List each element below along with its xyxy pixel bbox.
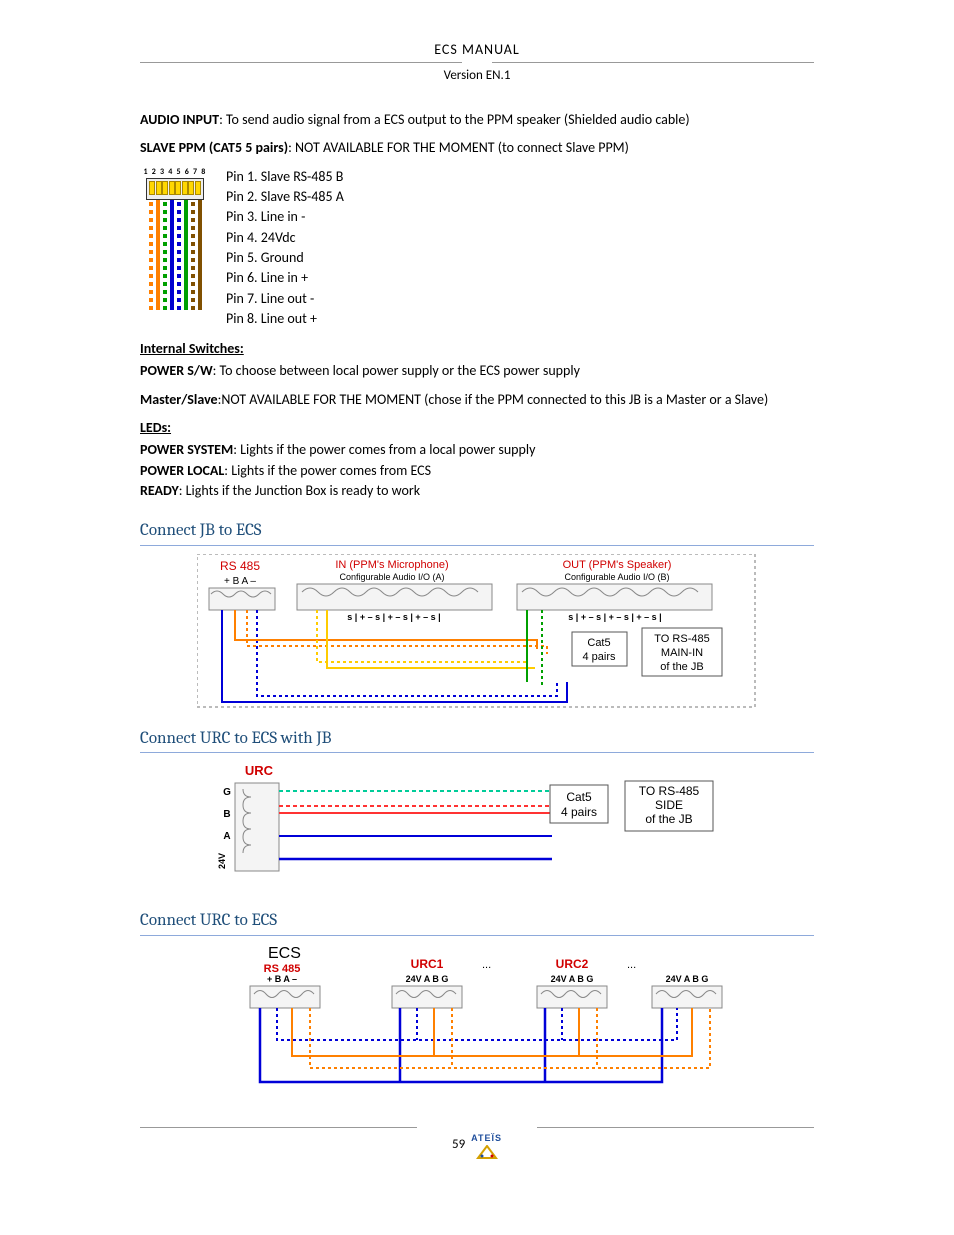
audio-input-text: : To send audio signal from a ECS output… — [219, 111, 690, 128]
pin-6: Pin 6. Line in + — [226, 268, 344, 288]
heading-connect-jb-to-ecs: Connect JB to ECS — [140, 519, 814, 546]
footer-rule — [140, 1127, 814, 1128]
svg-text:Configurable Audio I/O (A): Configurable Audio I/O (A) — [339, 572, 444, 582]
diagram-urc-to-ecs: ECS RS 485 + B A – URC1 24V A B G ... UR… — [222, 944, 732, 1099]
leds-heading: LEDs: — [140, 418, 814, 438]
svg-text:RS 485: RS 485 — [220, 559, 260, 573]
heading-connect-urc-to-ecs-with-jb: Connect URC to ECS with JB — [140, 727, 814, 754]
svg-text:s | + – s | + – s: s | + – s | + – s | + – s | — [568, 612, 661, 622]
svg-text:of the JB: of the JB — [660, 661, 703, 673]
rj45-connector-icon: 1 2 3 4 5 6 7 8 — [140, 167, 210, 317]
svg-text:...: ... — [627, 959, 636, 971]
diagram-urc-to-ecs-with-jb: URC G B A 24V Cat5 4 pairs TO RS-485 SID… — [217, 761, 737, 891]
svg-text:24V A B G: 24V A B G — [666, 974, 709, 984]
svg-text:URC1: URC1 — [411, 957, 444, 971]
svg-text:+ B A –: + B A – — [224, 576, 256, 587]
pin-1: Pin 1. Slave RS-485 B — [226, 167, 344, 187]
pin-7: Pin 7. Line out - — [226, 289, 344, 309]
pin-list: Pin 1. Slave RS-485 B Pin 2. Slave RS-48… — [226, 167, 344, 329]
master-slave-para: Master/Slave:NOT AVAILABLE FOR THE MOMEN… — [140, 390, 814, 410]
svg-text:IN (PPM's Microphone): IN (PPM's Microphone) — [335, 559, 448, 571]
diagram-jb-to-ecs: RS 485 + B A – IN (PPM's Microphone) Con… — [197, 554, 757, 709]
audio-input-para: AUDIO INPUT: To send audio signal from a… — [140, 110, 814, 130]
pin-2: Pin 2. Slave RS-485 A — [226, 187, 344, 207]
rj45-section: 1 2 3 4 5 6 7 8 Pin 1. Slave RS-485 B Pi… — [140, 167, 814, 329]
svg-text:SIDE: SIDE — [655, 798, 683, 812]
page-number: 59 — [452, 1136, 465, 1155]
power-sw-para: POWER S/W: To choose between local power… — [140, 361, 814, 381]
svg-text:URC: URC — [245, 763, 274, 778]
slave-ppm-text: : NOT AVAILABLE FOR THE MOMENT (to conne… — [288, 139, 629, 156]
audio-input-label: AUDIO INPUT — [140, 111, 219, 128]
svg-text:24V A B G: 24V A B G — [406, 974, 449, 984]
svg-text:TO RS-485: TO RS-485 — [639, 784, 700, 798]
pin-8: Pin 8. Line out + — [226, 309, 344, 329]
svg-text:+ B A –: + B A – — [267, 974, 297, 984]
slave-ppm-para: SLAVE PPM (CAT5 5 pairs): NOT AVAILABLE … — [140, 138, 814, 158]
svg-text:...: ... — [482, 959, 491, 971]
slave-ppm-label: SLAVE PPM (CAT5 5 pairs) — [140, 139, 288, 156]
svg-text:G: G — [223, 787, 231, 798]
svg-text:ECS: ECS — [268, 945, 301, 962]
svg-text:MAIN-IN: MAIN-IN — [661, 647, 703, 659]
pin-3: Pin 3. Line in - — [226, 207, 344, 227]
svg-text:s | + – s | + – s: s | + – s | + – s | + – s | — [347, 612, 440, 622]
svg-text:Configurable Audio I/O (B): Configurable Audio I/O (B) — [564, 572, 669, 582]
header-title: ECS MANUAL — [140, 40, 814, 62]
pin-5: Pin 5. Ground — [226, 248, 344, 268]
power-system-para: POWER SYSTEM: Lights if the power comes … — [140, 440, 814, 460]
internal-switches-heading: Internal Switches: — [140, 339, 814, 359]
svg-text:Cat5: Cat5 — [566, 790, 592, 804]
svg-text:TO RS-485: TO RS-485 — [654, 633, 709, 645]
svg-text:URC2: URC2 — [556, 957, 589, 971]
brand-logo-icon: ATEÏS — [471, 1132, 502, 1159]
header-rule — [140, 62, 814, 63]
power-local-para: POWER LOCAL: Lights if the power comes f… — [140, 461, 814, 481]
svg-text:of the JB: of the JB — [645, 812, 692, 826]
svg-text:4 pairs: 4 pairs — [561, 805, 597, 819]
svg-text:B: B — [223, 809, 230, 820]
footer: 59 ATEÏS — [140, 1127, 814, 1159]
svg-text:OUT (PPM's Speaker): OUT (PPM's Speaker) — [563, 559, 672, 571]
svg-text:24V A B G: 24V A B G — [551, 974, 594, 984]
header-version: Version EN.1 — [140, 67, 814, 86]
svg-text:A: A — [223, 831, 230, 842]
svg-text:Cat5: Cat5 — [587, 637, 610, 649]
ready-para: READY: Lights if the Junction Box is rea… — [140, 481, 814, 501]
svg-text:24V: 24V — [217, 853, 227, 869]
svg-text:4 pairs: 4 pairs — [582, 651, 616, 663]
heading-connect-urc-to-ecs: Connect URC to ECS — [140, 909, 814, 936]
pin-4: Pin 4. 24Vdc — [226, 228, 344, 248]
